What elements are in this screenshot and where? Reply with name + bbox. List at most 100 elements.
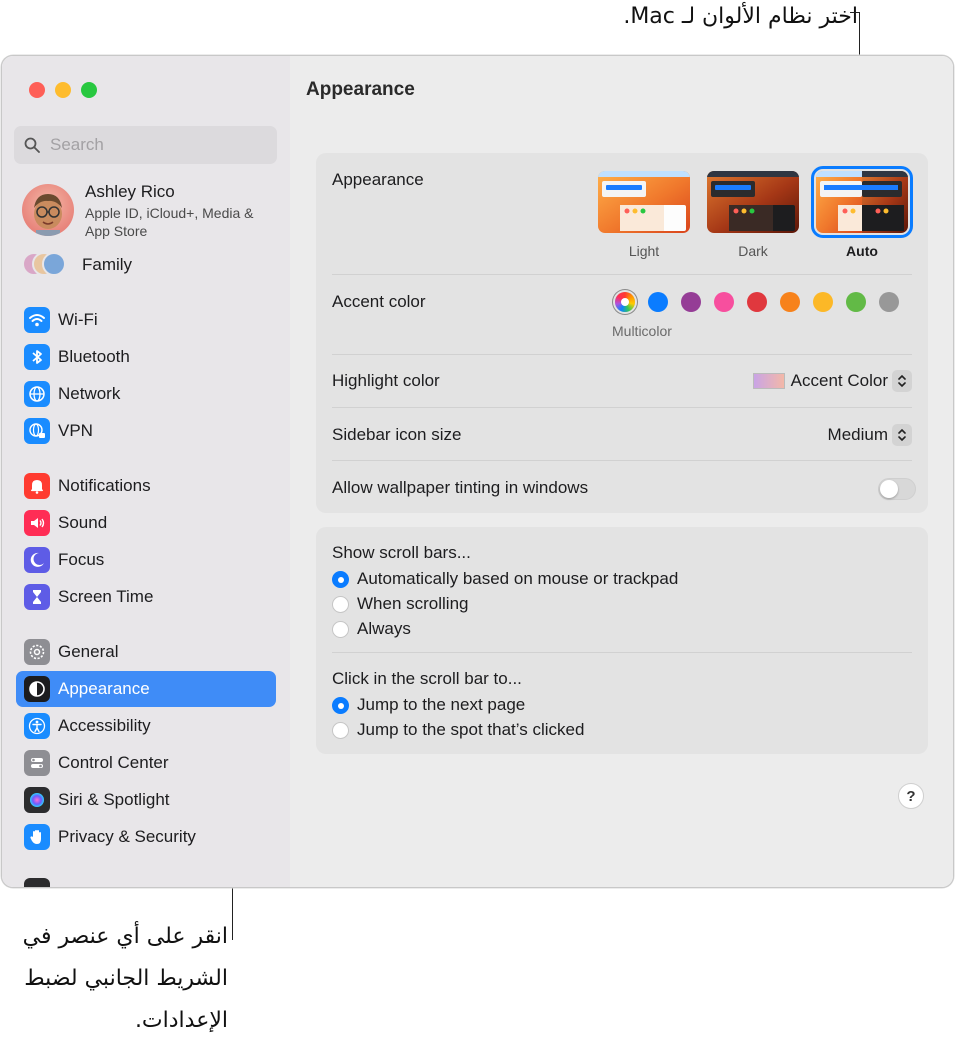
sidebar-item-bluetooth[interactable]: Bluetooth — [16, 339, 276, 375]
sidebar-item-screen-time[interactable]: Screen Time — [16, 579, 276, 615]
sidebar-item-label: Wi-Fi — [58, 310, 98, 329]
radio-label: Automatically based on mouse or trackpad — [357, 569, 679, 588]
radio-label: Jump to the spot that’s clicked — [357, 720, 585, 739]
speaker-icon — [24, 510, 50, 536]
sidebar-item-label: Focus — [58, 550, 105, 569]
radio-button[interactable] — [332, 595, 349, 613]
apple-id-account[interactable]: Ashley Rico Apple ID, iCloud+, Media & A… — [22, 182, 282, 242]
scroll-bars-option-always[interactable]: Always — [332, 619, 411, 639]
avatar — [22, 184, 74, 236]
switches-icon — [24, 750, 50, 776]
sidebar-item-label: Sound — [58, 513, 108, 532]
sidebar-item-label: Notifications — [58, 476, 151, 495]
accent-selected-label: Multicolor — [612, 323, 672, 339]
account-subtitle: Apple ID, iCloud+, Media & App Store — [85, 205, 254, 239]
appearance-option-auto[interactable] — [811, 166, 913, 238]
appearance-option-dark[interactable] — [707, 171, 799, 233]
sidebar-item-label: Network — [58, 384, 121, 403]
accent-color-label: Accent color — [332, 292, 426, 311]
appearance-option-label: Auto — [846, 243, 878, 259]
sidebar-item-privacy-security[interactable]: Privacy & Security — [16, 819, 276, 855]
sidebar-item-label: Control Center — [58, 753, 169, 772]
search-placeholder: Search — [50, 135, 104, 154]
accent-graphite-swatch[interactable] — [879, 292, 899, 312]
accent-green-swatch[interactable] — [846, 292, 866, 312]
accent-orange-swatch[interactable] — [780, 292, 800, 312]
vpn-globe-icon — [24, 418, 50, 444]
appearance-option-label: Dark — [738, 243, 768, 259]
wallpaper-tinting-label: Allow wallpaper tinting in windows — [332, 478, 589, 497]
sidebar-item-notifications[interactable]: Notifications — [16, 468, 276, 504]
appearance-icon — [24, 676, 50, 702]
radio-button[interactable] — [332, 721, 349, 739]
callout-sidebar-hint: انقر على أي عنصر في الشريط الجانبي لضبط … — [22, 924, 228, 1033]
sidebar-item-label: Siri & Spotlight — [58, 790, 170, 809]
accessibility-icon — [24, 713, 50, 739]
radio-button-selected[interactable] — [332, 696, 349, 714]
highlight-color-label: Highlight color — [332, 371, 440, 390]
sidebar-item-siri-spotlight[interactable]: Siri & Spotlight — [16, 782, 276, 818]
search-icon — [24, 137, 40, 153]
search-field[interactable]: Search — [14, 126, 277, 164]
divider — [332, 652, 912, 653]
appearance-label: Appearance — [332, 170, 424, 189]
sidebar-item-label: VPN — [58, 421, 93, 440]
chevron-updown-icon — [892, 370, 912, 392]
bluetooth-icon — [24, 344, 50, 370]
sidebar-item-general[interactable]: General — [16, 634, 276, 670]
show-scroll-bars-label: Show scroll bars... — [332, 543, 471, 562]
bell-icon — [24, 473, 50, 499]
sidebar-item-label: Screen Time — [58, 587, 154, 606]
accent-red-swatch[interactable] — [747, 292, 767, 312]
click-scroll-option-next-page[interactable]: Jump to the next page — [332, 695, 525, 715]
account-name: Ashley Rico — [85, 182, 175, 201]
sidebar-item-label: Family — [82, 255, 133, 274]
sidebar-item-label: Appearance — [58, 679, 150, 698]
scroll-bars-option-automatic[interactable]: Automatically based on mouse or trackpad — [332, 569, 678, 589]
radio-button-selected[interactable] — [332, 570, 349, 588]
radio-label: Jump to the next page — [357, 695, 526, 714]
sidebar-item-partial — [24, 878, 50, 887]
accent-purple-swatch[interactable] — [681, 292, 701, 312]
settings-window: Search Ashley Rico Apple ID, iCloud+, Me… — [1, 55, 954, 888]
close-window-button[interactable] — [29, 82, 45, 98]
accent-blue-swatch[interactable] — [648, 292, 668, 312]
highlight-color-swatch — [752, 373, 785, 389]
wallpaper-tinting-toggle[interactable] — [878, 478, 916, 500]
sidebar-item-accessibility[interactable]: Accessibility — [16, 708, 276, 744]
click-scroll-option-spot-clicked[interactable]: Jump to the spot that’s clicked — [332, 720, 584, 740]
sidebar-item-control-center[interactable]: Control Center — [16, 745, 276, 781]
minimize-window-button[interactable] — [55, 82, 71, 98]
accent-multicolor-swatch[interactable] — [615, 292, 635, 312]
radio-button[interactable] — [332, 620, 349, 638]
scroll-bar-settings-group: Show scroll bars... Automatically based … — [316, 527, 928, 754]
sidebar-item-label: Bluetooth — [58, 347, 130, 366]
sidebar-item-label: General — [58, 642, 119, 661]
sidebar-item-vpn[interactable]: VPN — [16, 413, 276, 449]
appearance-option-label: Light — [628, 243, 660, 259]
sidebar-item-appearance[interactable]: Appearance — [16, 671, 276, 707]
callout-choose-color-scheme: اختر نظام الألوان لـ Mac. — [623, 4, 858, 29]
toggle-knob — [880, 480, 898, 498]
scroll-bars-option-when-scrolling[interactable]: When scrolling — [332, 594, 469, 614]
sidebar-item-label: Privacy & Security — [58, 827, 196, 846]
globe-icon — [24, 381, 50, 407]
sidebar-icon-size-popup[interactable]: Medium — [828, 424, 912, 446]
accent-yellow-swatch[interactable] — [813, 292, 833, 312]
moon-icon — [24, 547, 50, 573]
divider — [332, 354, 912, 355]
sidebar-item-wifi[interactable]: Wi-Fi — [16, 302, 276, 338]
highlight-color-popup[interactable]: Accent Color — [752, 370, 912, 392]
appearance-option-light[interactable] — [598, 171, 690, 233]
highlight-color-value: Accent Color — [790, 371, 888, 390]
help-button[interactable]: ? — [898, 783, 924, 809]
page-title: Appearance — [306, 79, 415, 100]
family-avatars-icon — [22, 252, 72, 278]
sidebar-item-focus[interactable]: Focus — [16, 542, 276, 578]
sidebar-item-family[interactable]: Family — [16, 247, 276, 283]
sidebar-item-network[interactable]: Network — [16, 376, 276, 412]
zoom-window-button[interactable] — [81, 82, 97, 98]
accent-pink-swatch[interactable] — [714, 292, 734, 312]
sidebar-item-sound[interactable]: Sound — [16, 505, 276, 541]
sidebar-icon-size-value: Medium — [827, 425, 888, 444]
